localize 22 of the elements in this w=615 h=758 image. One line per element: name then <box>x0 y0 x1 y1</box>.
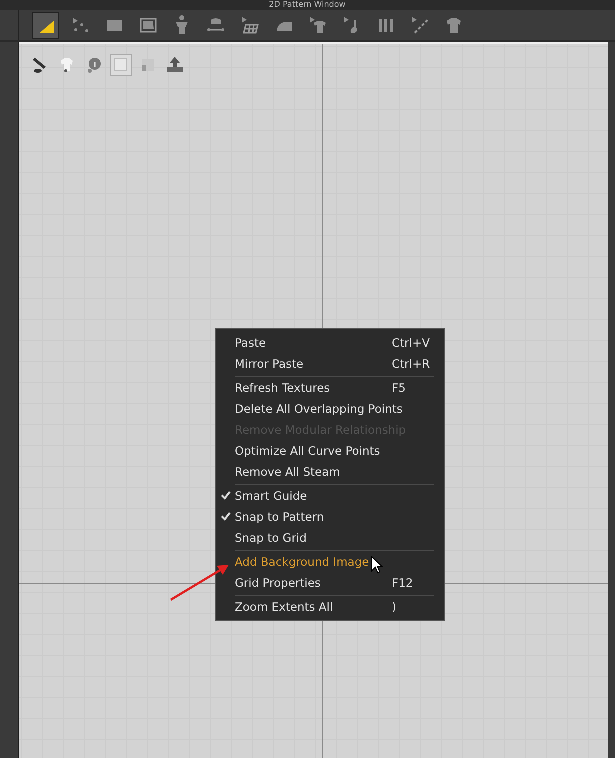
shortcut-label: F5 <box>392 380 407 394</box>
pattern-canvas[interactable] <box>19 42 608 758</box>
grid-icon <box>240 15 260 35</box>
menu-item[interactable]: Delete All Overlapping Points <box>216 398 444 419</box>
mouse-cursor-icon <box>371 556 383 574</box>
menu-item[interactable]: Refresh Textures F5 <box>216 377 444 398</box>
window-title: 2D Pattern Window <box>269 0 346 10</box>
dashed-line-icon <box>410 15 430 35</box>
menu-item[interactable]: Optimize All Curve Points <box>216 440 444 461</box>
pointer-arrow <box>169 562 231 602</box>
shirt-icon <box>308 15 328 35</box>
toolbar-button[interactable] <box>32 12 59 38</box>
shortcut-label: ) <box>392 600 398 614</box>
shortcut-label: F12 <box>392 576 414 590</box>
menu-item[interactable]: Zoom Extents All ) <box>216 596 444 617</box>
menu-item[interactable]: Paste Ctrl+V <box>216 332 444 353</box>
upload-icon <box>165 55 185 75</box>
menu-item[interactable]: Smart Guide <box>216 485 444 506</box>
shortcut-label: Ctrl+V <box>392 336 431 350</box>
menu-item[interactable]: Add Background Image <box>216 551 444 572</box>
menu-item[interactable]: Snap to Pattern <box>216 506 444 527</box>
shortcut-label: Ctrl+R <box>392 356 432 370</box>
